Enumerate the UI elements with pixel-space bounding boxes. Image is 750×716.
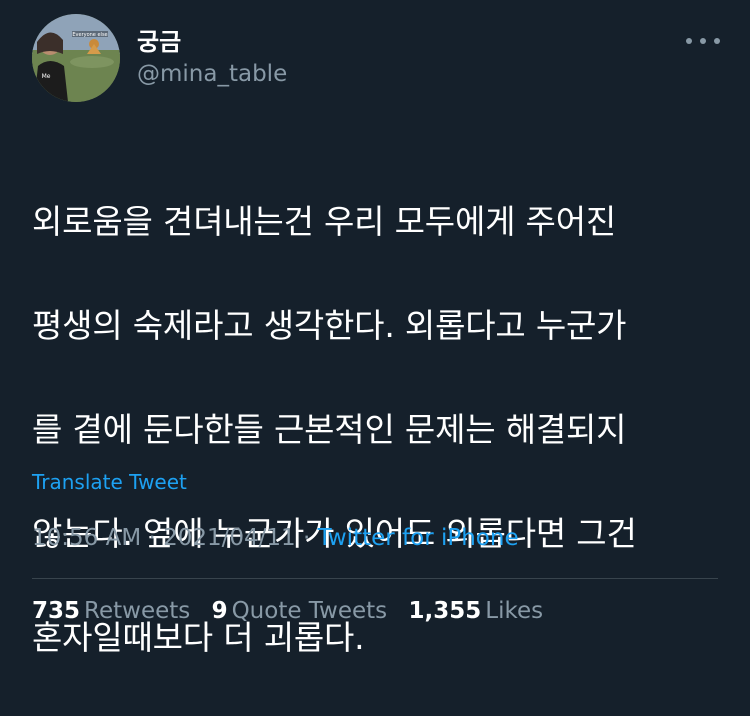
avatar-caption-side: Me (42, 73, 51, 80)
tweet-text-line: 평생의 숙제라고 생각한다. 외롭다고 누군가 (32, 306, 627, 345)
quote-tweets-stat[interactable]: 9 Quote Tweets (212, 598, 388, 624)
retweets-count: 735 (32, 598, 81, 624)
tweet-time[interactable]: 10:56 AM (32, 525, 141, 551)
more-dot (714, 38, 720, 44)
avatar-caption-top: Everyone else (72, 32, 107, 38)
display-name[interactable]: 궁금 (137, 28, 181, 56)
divider (32, 578, 718, 579)
tweet-detail: Everyone else Me 궁금 @mina_table 외로움을 견뎌내… (0, 0, 750, 657)
tweet-date[interactable]: 2021/04/11 (163, 525, 296, 551)
tweet-source-link[interactable]: Twitter for iPhone (318, 525, 519, 551)
likes-count: 1,355 (408, 598, 482, 624)
more-dot (686, 38, 692, 44)
tweet-text: 외로움을 견뎌내는건 우리 모두에게 주어진 평생의 숙제라고 생각한다. 외롭… (32, 144, 722, 716)
likes-stat[interactable]: 1,355 Likes (408, 598, 543, 624)
retweets-label: Retweets (84, 598, 191, 624)
avatar-image: Everyone else Me (32, 14, 120, 102)
meta-separator: · (303, 525, 311, 551)
quote-tweets-label: Quote Tweets (231, 598, 388, 624)
more-dot (700, 38, 706, 44)
quote-tweets-count: 9 (211, 598, 228, 624)
tweet-text-line: 를 곁에 둔다한들 근본적인 문제는 해결되지 (32, 410, 627, 449)
tweet-text-line: 외로움을 견뎌내는건 우리 모두에게 주어진 (32, 202, 617, 241)
avatar[interactable]: Everyone else Me (32, 14, 120, 102)
engagement-stats: 735 Retweets 9 Quote Tweets 1,355 Likes (32, 598, 557, 624)
likes-label: Likes (485, 598, 544, 624)
tweet-meta: 10:56 AM · 2021/04/11 · Twitter for iPho… (32, 525, 519, 551)
more-dots-icon[interactable] (686, 28, 720, 54)
user-handle[interactable]: @mina_table (137, 60, 287, 88)
translate-tweet-link[interactable]: Translate Tweet (32, 470, 187, 494)
retweets-stat[interactable]: 735 Retweets (32, 598, 190, 624)
meta-separator: · (148, 525, 156, 551)
